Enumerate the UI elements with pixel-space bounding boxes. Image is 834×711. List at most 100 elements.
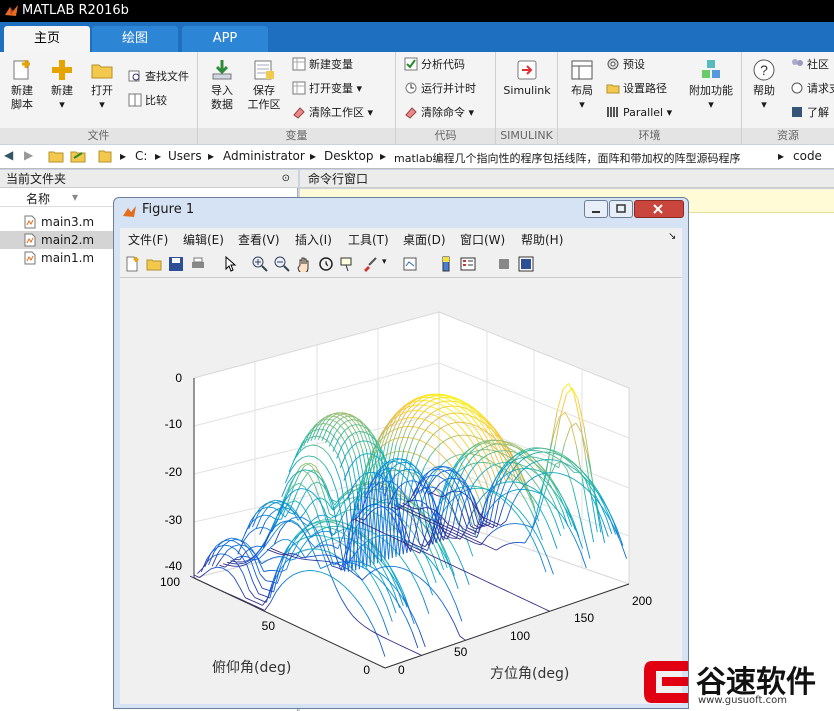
print-icon[interactable] [190, 256, 206, 272]
mesh-line [482, 462, 489, 464]
m-file-icon [24, 215, 36, 229]
tab-plots[interactable]: 绘图 [92, 26, 178, 52]
column-name-label: 名称 [26, 192, 51, 206]
analyze-label: 分析代码 [421, 58, 465, 71]
import-data-button[interactable]: 导入 数据 [204, 58, 240, 112]
file-name: main3.m [41, 215, 95, 229]
rotate-3d-icon[interactable] [318, 256, 334, 272]
import-label-1: 导入 [211, 84, 233, 97]
clear-commands-button[interactable]: 清除命令 ▾ [404, 104, 474, 122]
clear-workspace-button[interactable]: 清除工作区 ▾ [292, 104, 373, 122]
analyze-code-button[interactable]: 分析代码 [404, 56, 465, 74]
learn-icon [792, 107, 802, 117]
legend-icon[interactable] [460, 256, 476, 272]
set-path-button[interactable]: 设置路径 [606, 80, 667, 98]
mesh-line [317, 534, 324, 537]
folder-icon [606, 84, 620, 94]
compare-button[interactable]: 比较 [128, 92, 167, 110]
pointer-icon[interactable] [222, 256, 238, 272]
forward-arrow-icon[interactable]: ▶ [24, 148, 33, 162]
community-button[interactable]: 社区 [790, 56, 829, 74]
data-cursor-icon[interactable] [340, 256, 356, 272]
simulink-label: Simulink [503, 84, 551, 97]
breadcrumb-item[interactable]: matlab编程几个指向性的程序包括线阵，面阵和带加权的阵型源码程序 [394, 150, 741, 166]
breadcrumb-item[interactable]: Administrator [223, 149, 305, 163]
menu-edit[interactable]: 编辑(E) [183, 231, 224, 248]
show-plot-tools-icon[interactable] [518, 256, 534, 272]
zoom-in-icon[interactable] [252, 256, 268, 272]
close-button[interactable] [634, 200, 684, 218]
mesh-line [453, 405, 460, 408]
current-folder-title: 当前文件夹 ⊙ [0, 170, 298, 188]
figure-title: Figure 1 [142, 202, 195, 217]
save-icon[interactable] [168, 256, 184, 272]
crumb-separator-icon: ▸ [155, 149, 162, 163]
mesh-line [234, 558, 240, 561]
back-arrow-icon[interactable]: ◀ [4, 148, 13, 162]
brush-icon[interactable] [362, 256, 378, 272]
breadcrumb-item[interactable]: C: [135, 149, 147, 163]
zoom-out-icon[interactable] [274, 256, 290, 272]
maximize-button[interactable] [609, 200, 633, 218]
gear-icon [607, 58, 619, 70]
dropdown-arrow-icon: ▾ [99, 98, 105, 111]
parallel-button[interactable]: Parallel ▾ [606, 104, 672, 122]
minimize-button[interactable] [584, 200, 608, 218]
app-title: MATLAB R2016b [22, 3, 129, 18]
simulink-button[interactable]: Simulink [500, 58, 554, 98]
open-file-icon[interactable] [146, 256, 162, 272]
open-variable-button[interactable]: 打开变量 ▾ [292, 80, 362, 98]
menu-window[interactable]: 窗口(W) [460, 231, 505, 248]
colorbar-icon[interactable] [438, 256, 454, 272]
tab-apps[interactable]: APP [182, 26, 268, 52]
simulink-icon [517, 60, 537, 80]
run-time-label: 运行并计时 [421, 82, 476, 95]
svg-text:?: ? [760, 62, 768, 78]
new-button[interactable]: 新建 ▾ [44, 58, 80, 112]
folder-up-icon[interactable] [48, 149, 64, 163]
compare-icon [128, 93, 142, 107]
menu-insert[interactable]: 插入(I) [295, 231, 332, 248]
layout-button[interactable]: 布局 ▾ [564, 58, 600, 112]
addons-label: 附加功能 [689, 84, 733, 97]
breadcrumb-item[interactable]: Users [168, 149, 202, 163]
panel-menu-icon[interactable]: ⊙ [282, 170, 290, 188]
new-variable-button[interactable]: 新建变量 [292, 56, 353, 74]
new-label: 新建 [51, 84, 73, 97]
dropdown-arrow-icon: ▾ [666, 106, 673, 119]
find-files-button[interactable]: 查找文件 [128, 68, 189, 86]
menu-view[interactable]: 查看(V) [238, 231, 280, 248]
parallel-label: Parallel [623, 106, 664, 119]
menu-help[interactable]: 帮助(H) [521, 231, 563, 248]
dock-arrow-icon[interactable]: ↘ [668, 231, 676, 242]
new-script-button[interactable]: 新建 脚本 [4, 58, 40, 112]
preferences-button[interactable]: 预设 [606, 56, 645, 74]
tab-home[interactable]: 主页 [4, 26, 90, 52]
breadcrumb-item[interactable]: code [793, 149, 822, 163]
breadcrumb-item[interactable]: Desktop [324, 149, 374, 163]
menu-file[interactable]: 文件(F) [128, 231, 168, 248]
crumb-separator-icon: ▸ [310, 149, 317, 163]
app-title-bar: MATLAB R2016b [0, 0, 834, 22]
learn-matlab-button[interactable]: 了解 [790, 104, 829, 122]
menu-tools[interactable]: 工具(T) [348, 231, 389, 248]
open-button[interactable]: 打开 ▾ [84, 58, 120, 112]
dropdown-arrow-icon: ▾ [59, 98, 65, 111]
menu-desktop[interactable]: 桌面(D) [403, 231, 446, 248]
browse-folder-icon[interactable] [70, 149, 86, 163]
request-support-button[interactable]: 请求支 [790, 80, 834, 98]
plot-canvas[interactable]: 0 -10 -20 -30 -40 100 50 0 0 50 100 150 … [120, 278, 682, 704]
compare-label: 比较 [145, 94, 167, 107]
hide-plot-tools-icon[interactable] [496, 256, 512, 272]
save-workspace-button[interactable]: 保存 工作区 [244, 58, 284, 112]
mesh-3d-axes[interactable]: 0 -10 -20 -30 -40 100 50 0 0 50 100 150 … [120, 278, 682, 704]
run-and-time-button[interactable]: 运行并计时 [404, 80, 476, 98]
new-figure-icon[interactable] [124, 256, 140, 272]
addons-button[interactable]: 附加功能 ▾ [686, 58, 736, 112]
mesh-line [533, 449, 540, 452]
dropdown-arrow-icon[interactable]: ▾ [382, 257, 387, 267]
help-button[interactable]: ? 帮助 ▾ [746, 58, 782, 112]
pan-hand-icon[interactable] [296, 256, 312, 272]
link-plot-icon[interactable] [402, 256, 418, 272]
section-resources: ? 帮助▾ 社区 请求支 了解 资源 [742, 52, 834, 144]
